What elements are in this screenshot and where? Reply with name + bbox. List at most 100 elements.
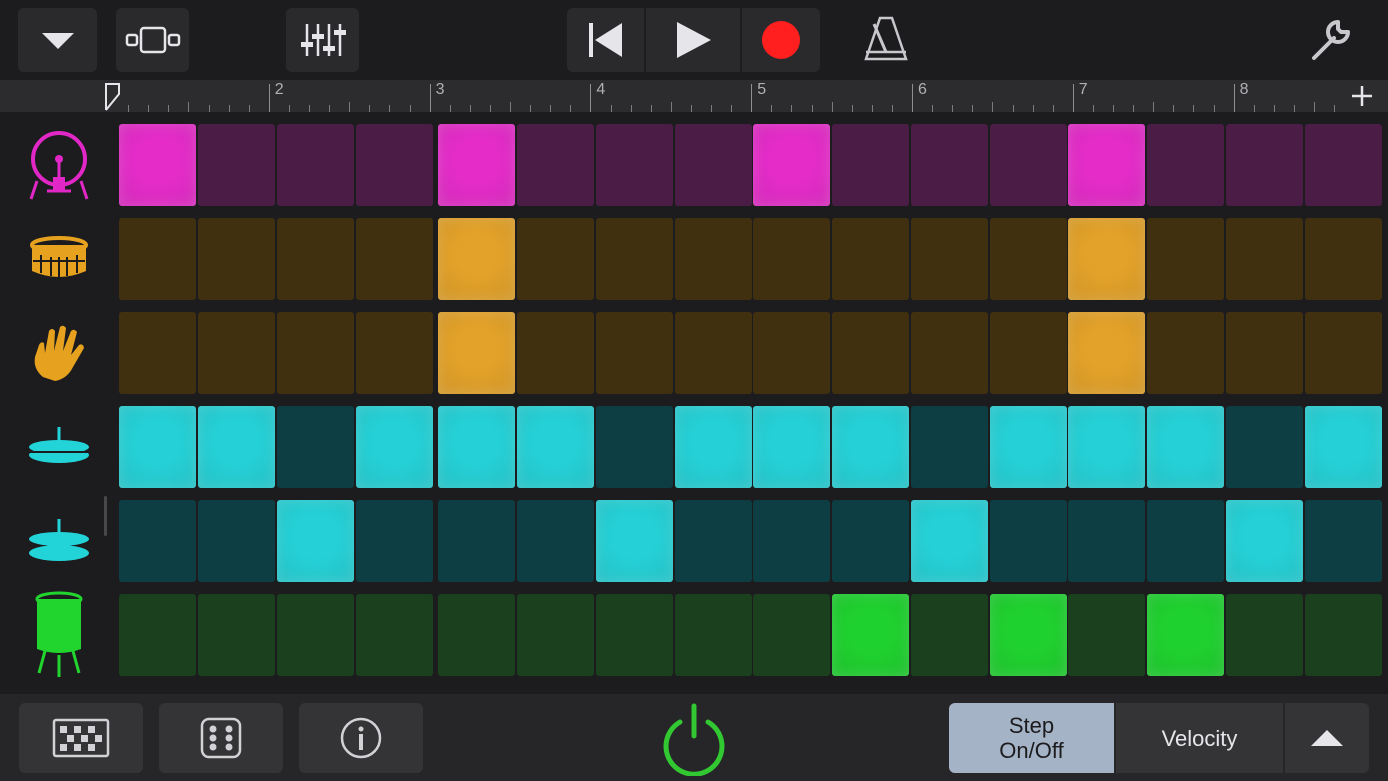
step-cell[interactable] bbox=[1305, 500, 1382, 582]
step-cell[interactable] bbox=[277, 312, 354, 394]
step-cell[interactable] bbox=[198, 594, 275, 676]
step-cell[interactable] bbox=[277, 124, 354, 206]
step-cell[interactable] bbox=[596, 312, 673, 394]
expand-editor-button[interactable] bbox=[1283, 703, 1369, 773]
step-cell[interactable] bbox=[356, 124, 433, 206]
step-cell[interactable] bbox=[1226, 124, 1303, 206]
add-section-button[interactable] bbox=[1336, 80, 1388, 112]
step-cell[interactable] bbox=[517, 124, 594, 206]
step-cell[interactable] bbox=[911, 406, 988, 488]
step-cell[interactable] bbox=[1068, 594, 1145, 676]
step-cell[interactable] bbox=[832, 500, 909, 582]
step-cell[interactable] bbox=[356, 500, 433, 582]
step-cell[interactable] bbox=[438, 218, 515, 300]
step-cell[interactable] bbox=[675, 500, 752, 582]
step-cell[interactable] bbox=[911, 124, 988, 206]
step-cell[interactable] bbox=[911, 500, 988, 582]
step-cell[interactable] bbox=[1068, 406, 1145, 488]
step-cell[interactable] bbox=[832, 312, 909, 394]
step-cell[interactable] bbox=[356, 406, 433, 488]
clap-row-button[interactable] bbox=[14, 308, 104, 398]
settings-button[interactable] bbox=[1308, 14, 1356, 64]
step-cell[interactable] bbox=[832, 594, 909, 676]
step-cell[interactable] bbox=[596, 594, 673, 676]
tom-drum-row-button[interactable] bbox=[14, 590, 104, 680]
step-cell[interactable] bbox=[753, 218, 830, 300]
step-cell[interactable] bbox=[356, 218, 433, 300]
snare-drum-row-button[interactable] bbox=[14, 214, 104, 304]
step-cell[interactable] bbox=[675, 312, 752, 394]
step-cell[interactable] bbox=[596, 500, 673, 582]
step-cell[interactable] bbox=[277, 594, 354, 676]
kick-drum-row-button[interactable] bbox=[14, 120, 104, 210]
step-cell[interactable] bbox=[277, 406, 354, 488]
step-cell[interactable] bbox=[1305, 218, 1382, 300]
step-cell[interactable] bbox=[1068, 500, 1145, 582]
step-cell[interactable] bbox=[277, 218, 354, 300]
step-cell[interactable] bbox=[1226, 594, 1303, 676]
step-cell[interactable] bbox=[753, 500, 830, 582]
step-cell[interactable] bbox=[675, 218, 752, 300]
go-to-start-button[interactable] bbox=[567, 8, 644, 72]
step-cell[interactable] bbox=[438, 406, 515, 488]
step-cell[interactable] bbox=[596, 406, 673, 488]
step-cell[interactable] bbox=[596, 124, 673, 206]
step-cell[interactable] bbox=[1147, 594, 1224, 676]
step-cell[interactable] bbox=[1068, 218, 1145, 300]
step-cell[interactable] bbox=[517, 406, 594, 488]
bar-ruler[interactable]: 2 3 4 5 6 7 8 bbox=[104, 80, 1376, 112]
step-cell[interactable] bbox=[832, 218, 909, 300]
step-cell[interactable] bbox=[753, 406, 830, 488]
closed-hihat-row-button[interactable] bbox=[14, 402, 104, 492]
randomize-button[interactable] bbox=[159, 703, 283, 773]
step-cell[interactable] bbox=[1226, 500, 1303, 582]
step-cell[interactable] bbox=[1147, 218, 1224, 300]
info-button[interactable] bbox=[299, 703, 423, 773]
step-cell[interactable] bbox=[517, 500, 594, 582]
step-cell[interactable] bbox=[119, 500, 196, 582]
step-on-off-mode-button[interactable]: Step On/Off bbox=[949, 703, 1114, 773]
step-cell[interactable] bbox=[119, 594, 196, 676]
step-cell[interactable] bbox=[1068, 312, 1145, 394]
step-cell[interactable] bbox=[990, 124, 1067, 206]
step-cell[interactable] bbox=[1305, 312, 1382, 394]
power-button[interactable] bbox=[660, 700, 728, 777]
step-cell[interactable] bbox=[198, 312, 275, 394]
step-cell[interactable] bbox=[753, 594, 830, 676]
tracks-view-button[interactable] bbox=[116, 8, 189, 72]
step-cell[interactable] bbox=[119, 124, 196, 206]
step-cell[interactable] bbox=[1226, 218, 1303, 300]
velocity-mode-button[interactable]: Velocity bbox=[1114, 703, 1283, 773]
scroll-indicator[interactable] bbox=[104, 496, 107, 536]
step-cell[interactable] bbox=[990, 406, 1067, 488]
step-cell[interactable] bbox=[277, 500, 354, 582]
step-cell[interactable] bbox=[753, 312, 830, 394]
metronome-button[interactable] bbox=[862, 14, 910, 64]
step-cell[interactable] bbox=[438, 124, 515, 206]
step-cell[interactable] bbox=[1147, 406, 1224, 488]
step-cell[interactable] bbox=[1305, 124, 1382, 206]
play-button[interactable] bbox=[644, 8, 739, 72]
step-cell[interactable] bbox=[438, 594, 515, 676]
step-cell[interactable] bbox=[1147, 500, 1224, 582]
playhead-marker-icon[interactable] bbox=[104, 80, 124, 112]
step-cell[interactable] bbox=[990, 594, 1067, 676]
step-cell[interactable] bbox=[1068, 124, 1145, 206]
step-cell[interactable] bbox=[832, 406, 909, 488]
step-cell[interactable] bbox=[911, 312, 988, 394]
step-cell[interactable] bbox=[675, 594, 752, 676]
step-cell[interactable] bbox=[119, 406, 196, 488]
step-cell[interactable] bbox=[753, 124, 830, 206]
step-cell[interactable] bbox=[596, 218, 673, 300]
pattern-view-button[interactable] bbox=[19, 703, 143, 773]
step-cell[interactable] bbox=[198, 218, 275, 300]
step-cell[interactable] bbox=[1305, 594, 1382, 676]
step-cell[interactable] bbox=[198, 124, 275, 206]
track-list-toggle-button[interactable] bbox=[18, 8, 97, 72]
step-cell[interactable] bbox=[832, 124, 909, 206]
step-cell[interactable] bbox=[517, 312, 594, 394]
step-cell[interactable] bbox=[911, 218, 988, 300]
record-button[interactable] bbox=[739, 8, 820, 72]
step-cell[interactable] bbox=[356, 594, 433, 676]
step-cell[interactable] bbox=[438, 312, 515, 394]
